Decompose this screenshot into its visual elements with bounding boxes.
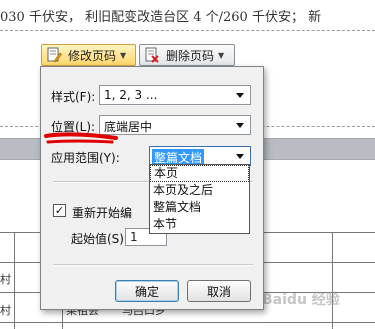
ok-button[interactable]: 确定 — [115, 280, 179, 302]
chevron-down-icon: ▼ — [218, 50, 225, 60]
style-label: 样式(F): — [51, 90, 96, 104]
restart-numbering-checkbox[interactable]: ✓ — [53, 204, 66, 217]
start-value-label: 起始值(S): — [71, 232, 129, 246]
edit-page-number-button[interactable]: 修改页码 ▼ — [41, 44, 136, 66]
table-cell: 村 — [0, 273, 11, 286]
cancel-button[interactable]: 取消 — [187, 280, 251, 302]
scope-select[interactable]: 整篇文档 — [149, 146, 251, 166]
chevron-down-icon — [236, 123, 244, 128]
delete-page-number-button[interactable]: 删除页码 ▼ — [139, 44, 235, 66]
edit-page-number-label: 修改页码 — [68, 48, 117, 63]
scope-dropdown-list: 本页 本页及之后 整篇文档 本节 — [149, 164, 250, 234]
style-select-value: 1, 2, 3 ... — [104, 88, 158, 102]
table-line — [332, 232, 333, 329]
delete-page-icon — [145, 47, 159, 63]
position-select[interactable]: 底端居中 — [99, 115, 251, 135]
watermark: Baidu 经验 — [262, 292, 340, 308]
scope-option[interactable]: 整篇文档 — [150, 199, 249, 216]
chevron-down-icon — [236, 93, 244, 98]
page-margin-line — [0, 30, 375, 31]
table-cell: 村 — [0, 304, 11, 317]
edit-page-icon — [47, 47, 62, 63]
scope-option[interactable]: 本页及之后 — [150, 182, 249, 199]
restart-numbering-label: 重新开始编 — [72, 206, 133, 220]
chevron-down-icon — [236, 154, 244, 159]
scope-label: 应用范围(Y): — [51, 151, 120, 165]
style-select[interactable]: 1, 2, 3 ... — [99, 85, 251, 105]
delete-page-number-label: 删除页码 — [166, 48, 215, 63]
chevron-down-icon: ▼ — [120, 50, 127, 60]
divider — [53, 264, 253, 266]
table-line — [14, 232, 15, 329]
red-annotation-mark — [44, 132, 118, 144]
scope-option[interactable]: 本节 — [150, 216, 249, 233]
scope-option[interactable]: 本页 — [150, 165, 249, 182]
document-text-line: 030 千伏安， 利旧配变改造台区 4 个/260 千伏安； 新 — [0, 10, 322, 25]
table-line — [0, 322, 375, 323]
